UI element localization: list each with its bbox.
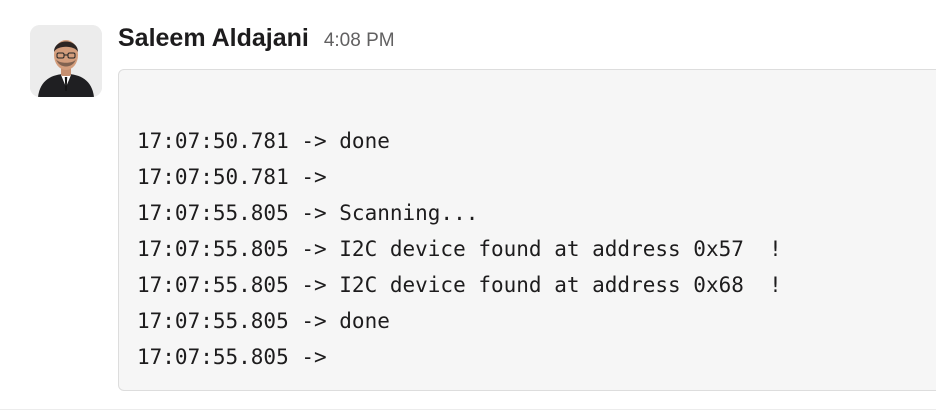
avatar[interactable] (30, 25, 102, 97)
code-line: 17:07:55.805 -> I2C device found at addr… (137, 237, 782, 261)
code-line: 17:07:50.781 -> done (137, 129, 390, 153)
code-line: 17:07:55.805 -> done (137, 309, 390, 333)
code-block: 17:07:50.781 -> done 17:07:50.781 -> 17:… (118, 69, 936, 391)
code-line: 17:07:55.805 -> (137, 345, 327, 369)
message-header: Saleem Aldajani 4:08 PM (118, 24, 395, 60)
code-line: 17:07:55.805 -> I2C device found at addr… (137, 273, 782, 297)
user-avatar-icon (30, 25, 102, 97)
sender-name[interactable]: Saleem Aldajani (118, 24, 309, 53)
chat-message: Saleem Aldajani 4:08 PM 17:07:50.781 -> … (0, 0, 936, 410)
message-timestamp[interactable]: 4:08 PM (324, 30, 395, 52)
code-line: 17:07:50.781 -> (137, 165, 327, 189)
code-line: 17:07:55.805 -> Scanning... (137, 201, 479, 225)
